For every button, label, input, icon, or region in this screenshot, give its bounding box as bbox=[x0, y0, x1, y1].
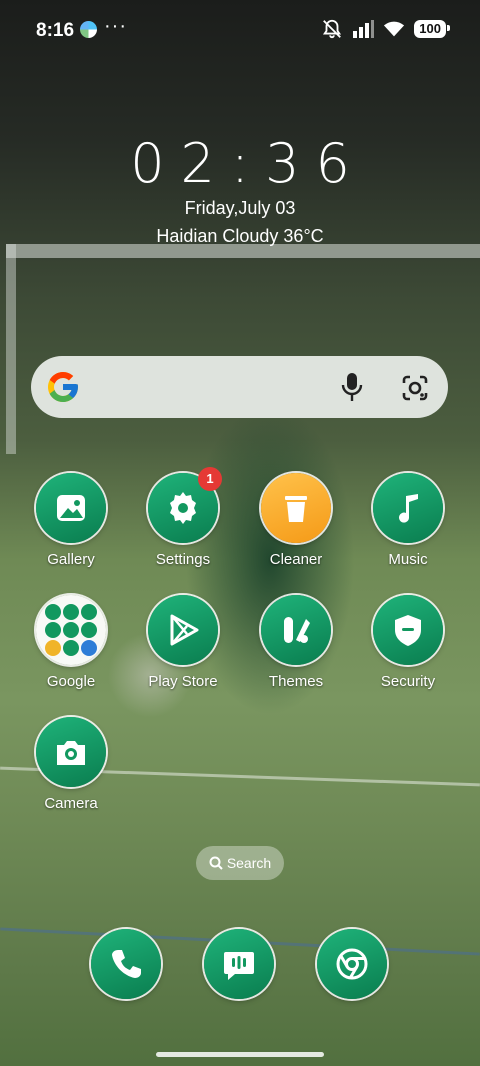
app-folder-google[interactable]: Google bbox=[21, 595, 121, 690]
lens-icon[interactable] bbox=[401, 374, 429, 402]
signal-icon bbox=[353, 20, 375, 38]
status-bar: 8:16 ··· 100 bbox=[0, 0, 480, 60]
app-play-store[interactable]: Play Store bbox=[133, 595, 233, 690]
wifi-icon bbox=[384, 21, 405, 37]
maps-mini-icon bbox=[81, 604, 97, 620]
search-pill-label: Search bbox=[226, 855, 272, 871]
folder-icon bbox=[36, 595, 106, 665]
app-label: Gallery bbox=[47, 551, 95, 568]
youtube-mini-icon bbox=[45, 622, 61, 638]
photos-mini-icon bbox=[45, 640, 61, 656]
app-settings[interactable]: 1 Settings bbox=[133, 467, 233, 568]
home-indicator[interactable] bbox=[156, 1052, 324, 1057]
meet-mini-icon bbox=[81, 622, 97, 638]
app-label: Security bbox=[380, 673, 436, 690]
app-search-button[interactable]: Search bbox=[196, 846, 284, 880]
dock-phone[interactable] bbox=[76, 929, 176, 999]
camera-icon bbox=[36, 717, 106, 787]
app-music[interactable]: Music bbox=[358, 473, 458, 568]
message-icon bbox=[204, 929, 274, 999]
search-icon bbox=[209, 856, 223, 870]
status-right-icons: 100 bbox=[321, 18, 450, 40]
weather-widget[interactable]: Haidian Cloudy 36°C bbox=[0, 226, 480, 247]
app-label: Camera bbox=[44, 795, 98, 812]
app-security[interactable]: Security bbox=[358, 595, 458, 690]
app-label: Play Store bbox=[148, 673, 218, 690]
google-logo bbox=[48, 372, 78, 402]
gmail-mini-icon bbox=[63, 604, 79, 620]
files-mini-icon bbox=[81, 640, 97, 656]
app-label: Music bbox=[388, 551, 428, 568]
drive-mini-icon bbox=[63, 622, 79, 638]
clock-widget-time[interactable]: 02:36 bbox=[0, 132, 480, 195]
google-search-bar[interactable] bbox=[31, 356, 448, 418]
battery-indicator: 100 bbox=[414, 20, 450, 38]
dock-messages[interactable] bbox=[189, 929, 289, 999]
bell-muted-icon bbox=[323, 19, 342, 39]
mic-icon[interactable] bbox=[341, 372, 363, 402]
status-app-icon bbox=[80, 21, 97, 38]
folder-preview bbox=[45, 604, 97, 656]
wallpaper-goalpost-post bbox=[6, 244, 16, 454]
phone-icon bbox=[91, 929, 161, 999]
gear-icon: 1 bbox=[148, 467, 222, 543]
app-label: Cleaner bbox=[269, 551, 323, 568]
status-more-icon: ··· bbox=[104, 15, 127, 37]
app-label: Settings bbox=[155, 551, 211, 568]
themes-icon bbox=[261, 595, 331, 665]
app-label: Themes bbox=[268, 673, 324, 690]
dock-chrome[interactable] bbox=[302, 929, 402, 999]
google-mini-icon bbox=[45, 604, 61, 620]
notification-badge: 1 bbox=[198, 467, 222, 491]
play-icon bbox=[148, 595, 218, 665]
app-label: Google bbox=[46, 673, 96, 690]
trash-icon bbox=[261, 473, 331, 543]
app-cleaner[interactable]: Cleaner bbox=[246, 473, 346, 568]
music-note-icon bbox=[373, 473, 443, 543]
chrome-icon bbox=[317, 929, 387, 999]
app-themes[interactable]: Themes bbox=[246, 595, 346, 690]
status-time: 8:16 bbox=[36, 20, 75, 41]
app-gallery[interactable]: Gallery bbox=[21, 473, 121, 568]
shield-icon bbox=[373, 595, 443, 665]
app-camera[interactable]: Camera bbox=[21, 717, 121, 812]
assistant-mini-icon bbox=[63, 640, 79, 656]
clock-widget-date[interactable]: Friday,July 03 bbox=[0, 198, 480, 219]
image-icon bbox=[36, 473, 106, 543]
